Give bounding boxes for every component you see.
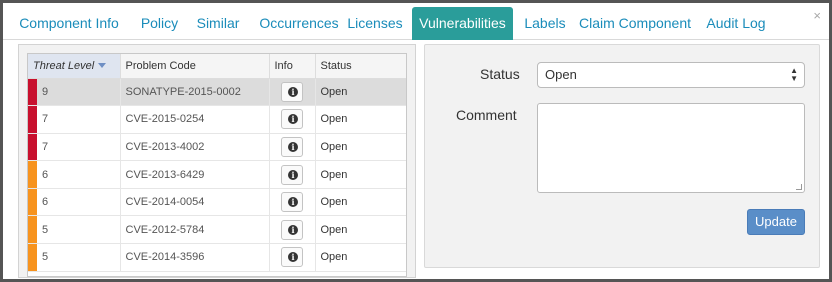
info-button[interactable]: i: [281, 109, 303, 130]
info-circle-icon: i: [288, 114, 298, 125]
status-cell: Open: [315, 215, 406, 245]
problem-code-cell: CVE-2013-4002: [120, 133, 270, 162]
threat-color-swatch: [28, 216, 37, 244]
threat-level-cell: 6: [28, 188, 121, 217]
tab-bar: Component Info Policy Similar Occurrence…: [3, 3, 829, 40]
status-form-panel: Status Open ▲ ▼ Comment Update: [424, 44, 820, 268]
status-cell: Open: [315, 243, 406, 272]
update-button[interactable]: Update: [747, 209, 805, 235]
info-button[interactable]: i: [281, 164, 303, 185]
info-button[interactable]: i: [281, 192, 303, 213]
info-button[interactable]: i: [281, 247, 303, 268]
threat-color-swatch: [28, 161, 37, 188]
problem-code-cell: CVE-2012-5784: [120, 215, 270, 245]
info-circle-icon: i: [288, 252, 298, 263]
info-circle-icon: i: [288, 169, 298, 180]
status-select-value: Open: [545, 67, 577, 82]
tab-claim-component[interactable]: Claim Component: [577, 7, 693, 40]
threat-level-cell: 5: [28, 243, 121, 272]
table-row[interactable]: 7 CVE-2015-0254 i Open: [28, 105, 406, 134]
info-cell: i: [269, 243, 316, 272]
threat-level-cell: 7: [28, 105, 121, 134]
table-row[interactable]: 5 CVE-2012-5784 i Open: [28, 215, 406, 245]
threat-level-cell: 5: [28, 215, 121, 245]
status-cell: Open: [315, 78, 406, 107]
status-cell: Open: [315, 133, 406, 162]
status-cell: Open: [315, 105, 406, 134]
info-circle-icon: i: [288, 197, 298, 208]
tab-audit-log[interactable]: Audit Log: [700, 7, 772, 40]
threat-color-swatch: [28, 188, 37, 216]
vulnerabilities-table: Threat Level Problem Code Info Status 9S…: [27, 53, 407, 277]
problem-code-cell: SONATYPE-2015-0002: [120, 78, 270, 107]
tab-occurrences[interactable]: Occurrences: [249, 7, 349, 40]
info-button[interactable]: i: [281, 219, 303, 240]
info-button[interactable]: i: [281, 136, 303, 157]
tab-policy[interactable]: Policy: [129, 7, 190, 40]
info-cell: i: [269, 105, 316, 134]
problem-code-cell: CVE-2013-6429: [120, 160, 270, 189]
info-cell: i: [269, 78, 316, 107]
info-circle-icon: i: [288, 86, 298, 97]
tab-licenses[interactable]: Licenses: [340, 7, 410, 40]
status-select[interactable]: Open ▲ ▼: [537, 62, 805, 88]
sort-desc-icon: [98, 63, 107, 69]
info-cell: i: [269, 133, 316, 162]
table-row[interactable]: 6 CVE-2014-0054 i Open: [28, 188, 406, 217]
column-problem-code[interactable]: Problem Code: [120, 54, 270, 79]
info-cell: i: [269, 188, 316, 217]
table-row[interactable]: 6 CVE-2013-6429 i Open: [28, 160, 406, 189]
info-cell: i: [269, 160, 316, 189]
status-label: Status: [480, 66, 520, 82]
threat-color-swatch: [28, 133, 37, 161]
status-cell: Open: [315, 188, 406, 217]
threat-level-cell: 6: [28, 160, 121, 189]
column-threat-level[interactable]: Threat Level: [28, 54, 121, 79]
status-cell: Open: [315, 160, 406, 189]
problem-code-cell: CVE-2015-0254: [120, 105, 270, 134]
threat-color-swatch: [28, 106, 37, 133]
threat-level-cell: 9: [28, 78, 121, 107]
select-arrows-icon: ▲ ▼: [790, 66, 798, 83]
comment-textarea[interactable]: [537, 103, 805, 193]
info-button[interactable]: i: [281, 81, 303, 102]
problem-code-cell: CVE-2014-3596: [120, 243, 270, 272]
table-row[interactable]: 7 CVE-2013-4002 i Open: [28, 133, 406, 162]
close-icon[interactable]: ×: [813, 8, 821, 23]
info-circle-icon: i: [288, 141, 298, 152]
column-info[interactable]: Info: [269, 54, 316, 79]
tab-vulnerabilities[interactable]: Vulnerabilities: [412, 7, 513, 40]
tab-labels[interactable]: Labels: [519, 7, 571, 40]
info-cell: i: [269, 215, 316, 245]
column-status[interactable]: Status: [315, 54, 406, 79]
vulnerabilities-table-panel: Threat Level Problem Code Info Status 9S…: [18, 44, 416, 278]
info-circle-icon: i: [288, 224, 298, 235]
table-row[interactable]: 5 CVE-2014-3596 i Open: [28, 243, 406, 272]
tab-similar[interactable]: Similar: [185, 7, 251, 40]
resize-grip-icon[interactable]: [796, 184, 802, 190]
comment-label: Comment: [456, 107, 517, 123]
table-row[interactable]: 9 SONATYPE-2015-0002 i Open: [28, 78, 406, 107]
table-header-row: Threat Level Problem Code Info Status: [28, 54, 406, 79]
column-threat-level-label: Threat Level: [33, 59, 95, 72]
problem-code-cell: CVE-2014-0054: [120, 188, 270, 217]
threat-level-cell: 7: [28, 133, 121, 162]
threat-color-swatch: [28, 78, 37, 106]
threat-color-swatch: [28, 244, 37, 271]
tab-component-info[interactable]: Component Info: [10, 7, 128, 40]
